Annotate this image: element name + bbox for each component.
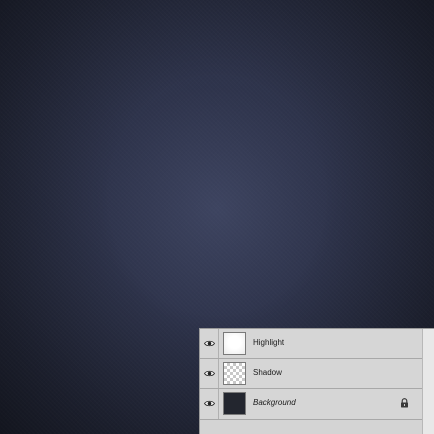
layer-name[interactable]: Background [253,398,296,407]
layer-row-highlight[interactable]: Highlight [200,329,422,359]
lock-icon [401,398,408,408]
eye-icon [204,370,215,377]
visibility-toggle[interactable] [200,389,219,419]
layers-panel: Highlight Shadow Background [199,328,434,434]
layers-scrollbar[interactable] [422,329,434,434]
visibility-toggle[interactable] [200,359,219,388]
visibility-toggle[interactable] [200,329,219,358]
layer-name[interactable]: Shadow [253,368,282,377]
layer-thumbnail[interactable] [223,332,246,355]
layer-row-shadow[interactable]: Shadow [200,359,422,389]
canvas-area: Highlight Shadow Background [0,0,434,434]
layer-thumbnail[interactable] [223,392,246,415]
eye-icon [204,340,215,347]
eye-icon [204,400,215,407]
layer-name[interactable]: Highlight [253,338,284,347]
layer-row-background[interactable]: Background [200,389,422,420]
layers-panel-footer [200,420,422,434]
layer-thumbnail[interactable] [223,362,246,385]
